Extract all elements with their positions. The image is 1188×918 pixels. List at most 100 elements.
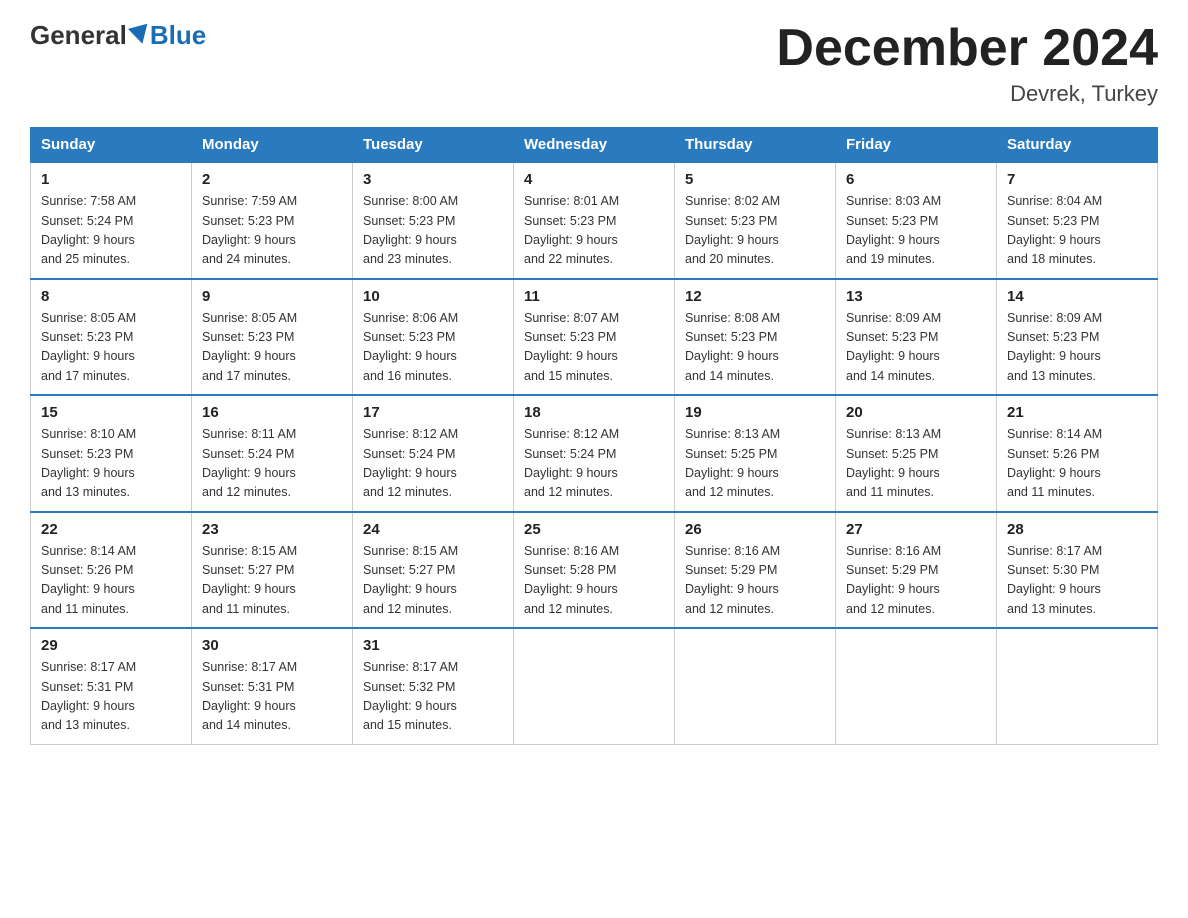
- calendar-cell: [675, 628, 836, 744]
- calendar-cell: 31 Sunrise: 8:17 AMSunset: 5:32 PMDaylig…: [353, 628, 514, 744]
- day-number: 9: [202, 288, 342, 305]
- day-number: 29: [41, 637, 181, 654]
- day-info: Sunrise: 8:05 AMSunset: 5:23 PMDaylight:…: [202, 311, 297, 383]
- title-block: December 2024 Devrek, Turkey: [776, 20, 1158, 107]
- logo-blue-text: Blue: [150, 20, 206, 51]
- day-number: 2: [202, 171, 342, 188]
- location-label: Devrek, Turkey: [776, 81, 1158, 107]
- day-info: Sunrise: 8:13 AMSunset: 5:25 PMDaylight:…: [846, 427, 941, 499]
- calendar-cell: 4 Sunrise: 8:01 AMSunset: 5:23 PMDayligh…: [514, 162, 675, 279]
- calendar-cell: 21 Sunrise: 8:14 AMSunset: 5:26 PMDaylig…: [997, 395, 1158, 512]
- logo-triangle-icon: [128, 23, 152, 46]
- calendar-cell: 28 Sunrise: 8:17 AMSunset: 5:30 PMDaylig…: [997, 512, 1158, 629]
- calendar-cell: 5 Sunrise: 8:02 AMSunset: 5:23 PMDayligh…: [675, 162, 836, 279]
- day-number: 14: [1007, 288, 1147, 305]
- day-info: Sunrise: 8:12 AMSunset: 5:24 PMDaylight:…: [363, 427, 458, 499]
- day-number: 18: [524, 404, 664, 421]
- day-info: Sunrise: 8:00 AMSunset: 5:23 PMDaylight:…: [363, 194, 458, 266]
- day-number: 17: [363, 404, 503, 421]
- calendar-cell: 1 Sunrise: 7:58 AMSunset: 5:24 PMDayligh…: [31, 162, 192, 279]
- calendar-cell: 9 Sunrise: 8:05 AMSunset: 5:23 PMDayligh…: [192, 279, 353, 396]
- calendar-cell: [997, 628, 1158, 744]
- calendar-cell: 22 Sunrise: 8:14 AMSunset: 5:26 PMDaylig…: [31, 512, 192, 629]
- calendar-cell: 20 Sunrise: 8:13 AMSunset: 5:25 PMDaylig…: [836, 395, 997, 512]
- day-info: Sunrise: 8:12 AMSunset: 5:24 PMDaylight:…: [524, 427, 619, 499]
- day-info: Sunrise: 8:17 AMSunset: 5:32 PMDaylight:…: [363, 660, 458, 732]
- day-info: Sunrise: 8:04 AMSunset: 5:23 PMDaylight:…: [1007, 194, 1102, 266]
- day-number: 22: [41, 521, 181, 538]
- calendar-cell: 30 Sunrise: 8:17 AMSunset: 5:31 PMDaylig…: [192, 628, 353, 744]
- day-number: 10: [363, 288, 503, 305]
- day-number: 3: [363, 171, 503, 188]
- day-info: Sunrise: 8:11 AMSunset: 5:24 PMDaylight:…: [202, 427, 296, 499]
- day-info: Sunrise: 8:17 AMSunset: 5:31 PMDaylight:…: [41, 660, 136, 732]
- calendar-table: SundayMondayTuesdayWednesdayThursdayFrid…: [30, 127, 1158, 745]
- calendar-cell: 10 Sunrise: 8:06 AMSunset: 5:23 PMDaylig…: [353, 279, 514, 396]
- day-info: Sunrise: 8:05 AMSunset: 5:23 PMDaylight:…: [41, 311, 136, 383]
- day-info: Sunrise: 8:15 AMSunset: 5:27 PMDaylight:…: [363, 544, 458, 616]
- day-info: Sunrise: 8:01 AMSunset: 5:23 PMDaylight:…: [524, 194, 619, 266]
- day-info: Sunrise: 8:16 AMSunset: 5:29 PMDaylight:…: [685, 544, 780, 616]
- logo-general-text: General: [30, 20, 127, 51]
- day-info: Sunrise: 7:59 AMSunset: 5:23 PMDaylight:…: [202, 194, 297, 266]
- calendar-cell: 12 Sunrise: 8:08 AMSunset: 5:23 PMDaylig…: [675, 279, 836, 396]
- calendar-cell: 8 Sunrise: 8:05 AMSunset: 5:23 PMDayligh…: [31, 279, 192, 396]
- day-info: Sunrise: 8:16 AMSunset: 5:28 PMDaylight:…: [524, 544, 619, 616]
- page-header: General Blue December 2024 Devrek, Turke…: [30, 20, 1158, 107]
- day-number: 28: [1007, 521, 1147, 538]
- day-number: 13: [846, 288, 986, 305]
- day-number: 21: [1007, 404, 1147, 421]
- month-title: December 2024: [776, 20, 1158, 77]
- day-info: Sunrise: 8:02 AMSunset: 5:23 PMDaylight:…: [685, 194, 780, 266]
- calendar-week-1: 1 Sunrise: 7:58 AMSunset: 5:24 PMDayligh…: [31, 162, 1158, 279]
- header-friday: Friday: [836, 128, 997, 163]
- calendar-cell: 15 Sunrise: 8:10 AMSunset: 5:23 PMDaylig…: [31, 395, 192, 512]
- calendar-cell: 27 Sunrise: 8:16 AMSunset: 5:29 PMDaylig…: [836, 512, 997, 629]
- day-info: Sunrise: 8:06 AMSunset: 5:23 PMDaylight:…: [363, 311, 458, 383]
- day-number: 27: [846, 521, 986, 538]
- day-info: Sunrise: 8:09 AMSunset: 5:23 PMDaylight:…: [846, 311, 941, 383]
- calendar-header: SundayMondayTuesdayWednesdayThursdayFrid…: [31, 128, 1158, 163]
- calendar-cell: [836, 628, 997, 744]
- day-number: 1: [41, 171, 181, 188]
- calendar-cell: 17 Sunrise: 8:12 AMSunset: 5:24 PMDaylig…: [353, 395, 514, 512]
- calendar-cell: 7 Sunrise: 8:04 AMSunset: 5:23 PMDayligh…: [997, 162, 1158, 279]
- calendar-cell: 29 Sunrise: 8:17 AMSunset: 5:31 PMDaylig…: [31, 628, 192, 744]
- calendar-week-4: 22 Sunrise: 8:14 AMSunset: 5:26 PMDaylig…: [31, 512, 1158, 629]
- calendar-cell: 14 Sunrise: 8:09 AMSunset: 5:23 PMDaylig…: [997, 279, 1158, 396]
- day-info: Sunrise: 8:17 AMSunset: 5:31 PMDaylight:…: [202, 660, 297, 732]
- day-number: 31: [363, 637, 503, 654]
- day-number: 19: [685, 404, 825, 421]
- day-info: Sunrise: 8:15 AMSunset: 5:27 PMDaylight:…: [202, 544, 297, 616]
- day-number: 7: [1007, 171, 1147, 188]
- calendar-cell: 19 Sunrise: 8:13 AMSunset: 5:25 PMDaylig…: [675, 395, 836, 512]
- day-info: Sunrise: 8:13 AMSunset: 5:25 PMDaylight:…: [685, 427, 780, 499]
- day-number: 8: [41, 288, 181, 305]
- logo-text: General Blue: [30, 20, 206, 51]
- day-number: 6: [846, 171, 986, 188]
- calendar-week-5: 29 Sunrise: 8:17 AMSunset: 5:31 PMDaylig…: [31, 628, 1158, 744]
- calendar-body: 1 Sunrise: 7:58 AMSunset: 5:24 PMDayligh…: [31, 162, 1158, 744]
- day-number: 26: [685, 521, 825, 538]
- header-saturday: Saturday: [997, 128, 1158, 163]
- calendar-cell: [514, 628, 675, 744]
- day-info: Sunrise: 8:16 AMSunset: 5:29 PMDaylight:…: [846, 544, 941, 616]
- logo: General Blue: [30, 20, 206, 51]
- header-tuesday: Tuesday: [353, 128, 514, 163]
- day-number: 16: [202, 404, 342, 421]
- calendar-cell: 23 Sunrise: 8:15 AMSunset: 5:27 PMDaylig…: [192, 512, 353, 629]
- day-number: 11: [524, 288, 664, 305]
- day-info: Sunrise: 8:14 AMSunset: 5:26 PMDaylight:…: [41, 544, 136, 616]
- day-info: Sunrise: 8:17 AMSunset: 5:30 PMDaylight:…: [1007, 544, 1102, 616]
- day-number: 25: [524, 521, 664, 538]
- header-sunday: Sunday: [31, 128, 192, 163]
- calendar-cell: 26 Sunrise: 8:16 AMSunset: 5:29 PMDaylig…: [675, 512, 836, 629]
- header-thursday: Thursday: [675, 128, 836, 163]
- header-wednesday: Wednesday: [514, 128, 675, 163]
- calendar-cell: 18 Sunrise: 8:12 AMSunset: 5:24 PMDaylig…: [514, 395, 675, 512]
- day-info: Sunrise: 8:08 AMSunset: 5:23 PMDaylight:…: [685, 311, 780, 383]
- header-monday: Monday: [192, 128, 353, 163]
- day-info: Sunrise: 8:03 AMSunset: 5:23 PMDaylight:…: [846, 194, 941, 266]
- day-number: 30: [202, 637, 342, 654]
- calendar-cell: 25 Sunrise: 8:16 AMSunset: 5:28 PMDaylig…: [514, 512, 675, 629]
